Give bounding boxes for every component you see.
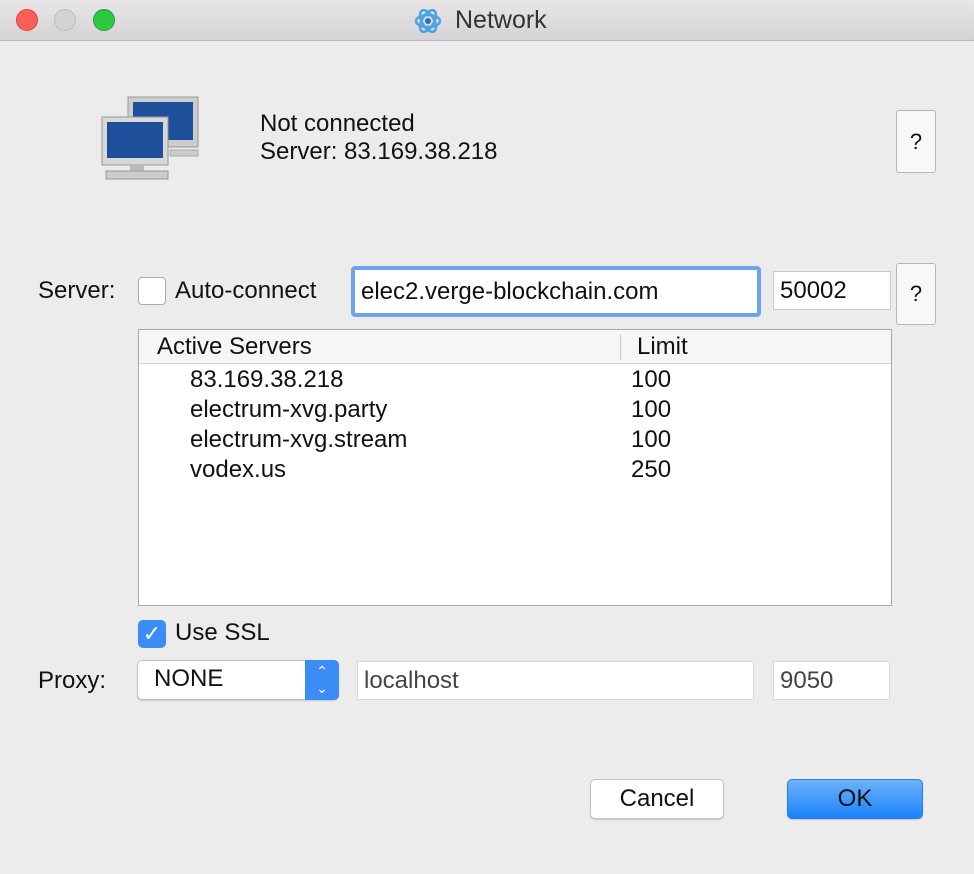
table-row[interactable]: 83.169.38.218 100 [139,364,891,394]
proxy-label: Proxy: [38,667,107,694]
minimize-button[interactable] [54,9,76,31]
proxy-host-input[interactable]: localhost [357,661,754,700]
electrum-atom-icon [414,8,442,34]
column-header-limit[interactable]: Limit [637,333,688,361]
server-port-input[interactable]: 50002 [773,271,891,310]
ok-button[interactable]: OK [787,779,923,819]
server-label: Server: [38,277,116,304]
table-row[interactable]: electrum-xvg.stream 100 [139,424,891,454]
close-button[interactable] [16,9,38,31]
window-title: Network [455,6,547,34]
use-ssl-label: Use SSL [175,619,270,646]
table-row[interactable]: electrum-xvg.party 100 [139,394,891,424]
servers-list[interactable]: Active Servers Limit 83.169.38.218 100 el… [138,329,892,606]
status-help-button[interactable]: ? [896,110,936,173]
list-header: Active Servers Limit [139,330,891,364]
proxy-type-value: NONE [154,665,224,692]
table-row[interactable]: vodex.us 250 [139,454,891,484]
connected-server: Server: 83.169.38.218 [260,138,498,165]
proxy-type-select[interactable]: NONE ⌃ ⌄ [137,660,339,700]
connection-status: Not connected [260,110,415,137]
select-chevrons-icon: ⌃ ⌄ [305,660,339,700]
use-ssl-checkbox[interactable]: ✓ [138,620,166,648]
zoom-button[interactable] [93,9,115,31]
network-computers-icon [101,96,199,180]
server-host-input[interactable]: elec2.verge-blockchain.com [351,266,761,317]
server-help-button[interactable]: ? [896,263,936,325]
checkmark-icon: ✓ [142,621,162,646]
proxy-port-input[interactable]: 9050 [773,661,890,700]
cancel-button[interactable]: Cancel [590,779,724,819]
auto-connect-label: Auto-connect [175,277,317,304]
auto-connect-checkbox[interactable] [138,277,166,305]
column-header-active-servers[interactable]: Active Servers [157,333,312,361]
